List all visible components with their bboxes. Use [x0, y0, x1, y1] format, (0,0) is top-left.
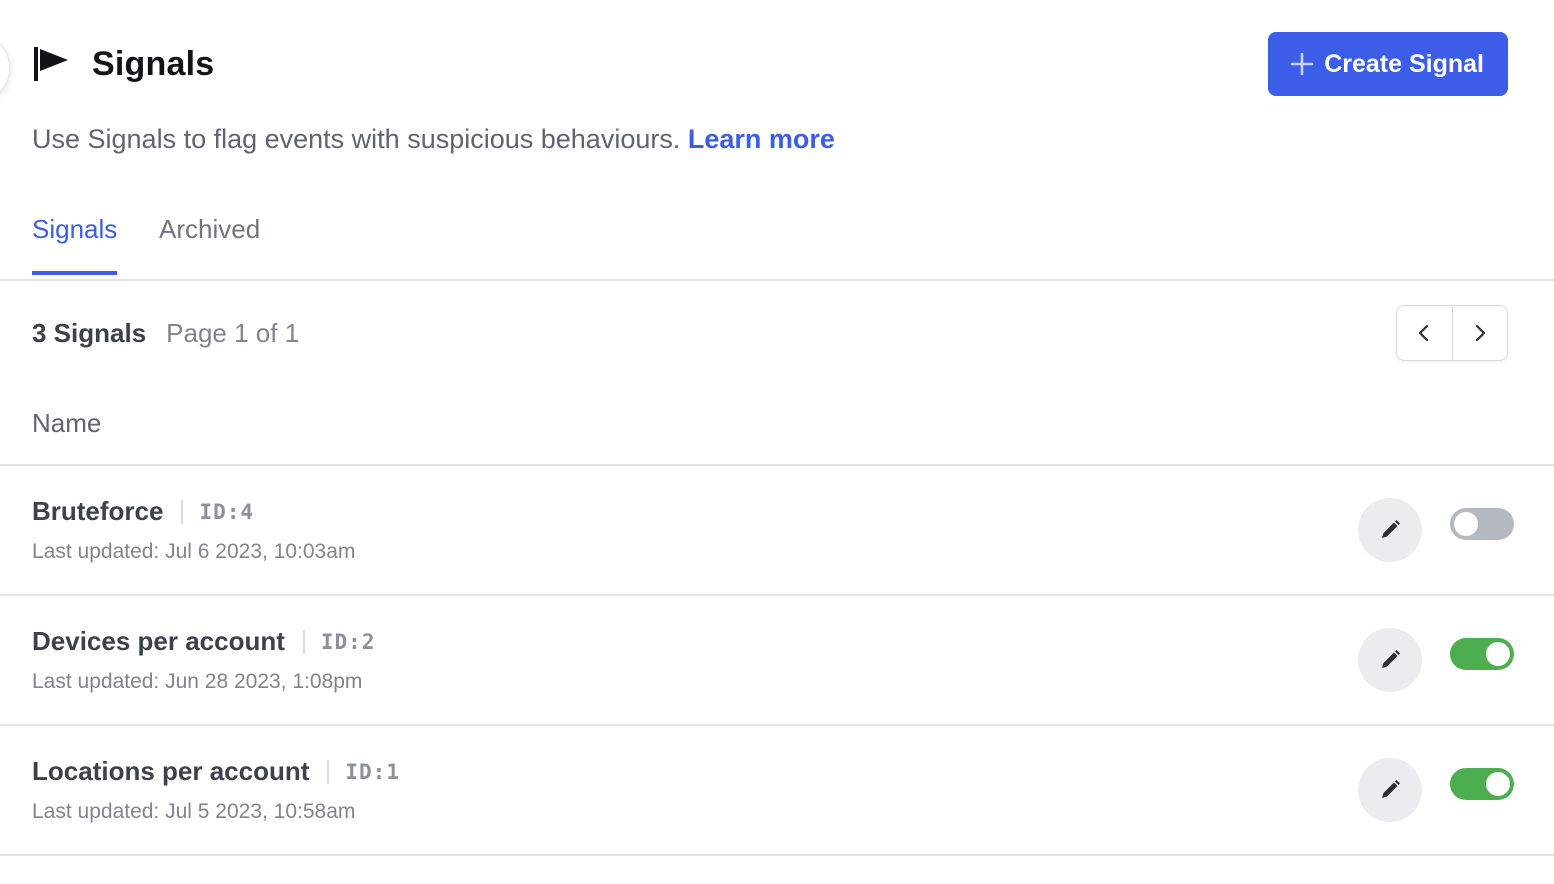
tab-signals[interactable]: Signals: [32, 214, 118, 275]
pencil-icon: [1382, 520, 1400, 538]
results-summary: 3 Signals Page 1 of 1: [32, 318, 299, 349]
enable-toggle[interactable]: [1450, 638, 1514, 670]
create-signal-button[interactable]: Create Signal: [1268, 32, 1508, 96]
divider: [302, 629, 305, 654]
row-title-group: Locations per account ID:1: [32, 756, 400, 787]
signal-name[interactable]: Bruteforce: [32, 496, 163, 527]
flag-icon: [34, 47, 68, 81]
edit-signal-button[interactable]: [1358, 628, 1422, 692]
title-group: Signals: [32, 45, 214, 84]
page-header: Signals Create Signal: [32, 32, 1508, 96]
toggle-knob: [1486, 772, 1510, 796]
row-title-group: Devices per account ID:2: [32, 626, 375, 657]
enable-toggle[interactable]: [1450, 508, 1514, 540]
previous-page-button[interactable]: [1397, 306, 1452, 360]
signal-id: ID:4: [199, 499, 255, 524]
next-page-button[interactable]: [1451, 306, 1508, 360]
table-header-name: Name: [0, 388, 1554, 466]
page-description: Use Signals to flag events with suspicio…: [32, 124, 835, 155]
row-title-group: Bruteforce ID:4: [32, 496, 254, 527]
edit-signal-button[interactable]: [1358, 758, 1422, 822]
pencil-icon: [1382, 650, 1400, 668]
table-row: Devices per account ID:2 Last updated: J…: [0, 596, 1554, 726]
edit-signal-button[interactable]: [1358, 498, 1422, 562]
signals-table-body: Bruteforce ID:4 Last updated: Jul 6 2023…: [0, 466, 1554, 856]
signal-name[interactable]: Locations per account: [32, 756, 309, 787]
table-row: Bruteforce ID:4 Last updated: Jul 6 2023…: [0, 466, 1554, 596]
last-updated: Last updated: Jun 28 2023, 1:08pm: [32, 670, 363, 693]
toggle-knob: [1454, 512, 1478, 536]
tab-archived[interactable]: Archived: [159, 214, 260, 273]
chevron-right-icon: [1475, 324, 1485, 342]
signal-id: ID:2: [320, 629, 376, 654]
enable-toggle[interactable]: [1450, 768, 1514, 800]
signal-id: ID:1: [345, 759, 400, 784]
plus-icon: [1290, 52, 1314, 76]
create-signal-label: Create Signal: [1324, 49, 1484, 78]
signal-name[interactable]: Devices per account: [32, 626, 285, 657]
toggle-knob: [1486, 642, 1510, 666]
divider: [327, 759, 330, 784]
last-updated: Last updated: Jul 6 2023, 10:03am: [32, 540, 356, 563]
page-indicator: Page 1 of 1: [166, 318, 300, 348]
divider: [181, 499, 184, 524]
pencil-icon: [1382, 780, 1400, 798]
chevron-left-icon: [1419, 324, 1429, 342]
description-text: Use Signals to flag events with suspicio…: [32, 124, 681, 154]
signals-count: 3 Signals: [32, 318, 147, 348]
last-updated: Last updated: Jul 5 2023, 10:58am: [32, 800, 356, 823]
page-title: Signals: [92, 44, 215, 83]
sidebar-collapse-handle[interactable]: [0, 40, 10, 96]
learn-more-link[interactable]: Learn more: [688, 124, 835, 154]
pagination-controls: [1396, 305, 1508, 361]
tab-bar: Signals Archived: [0, 200, 1554, 281]
signals-page: Signals Create Signal Use Signals to fla…: [0, 0, 1554, 884]
table-row: Locations per account ID:1 Last updated:…: [0, 726, 1554, 856]
